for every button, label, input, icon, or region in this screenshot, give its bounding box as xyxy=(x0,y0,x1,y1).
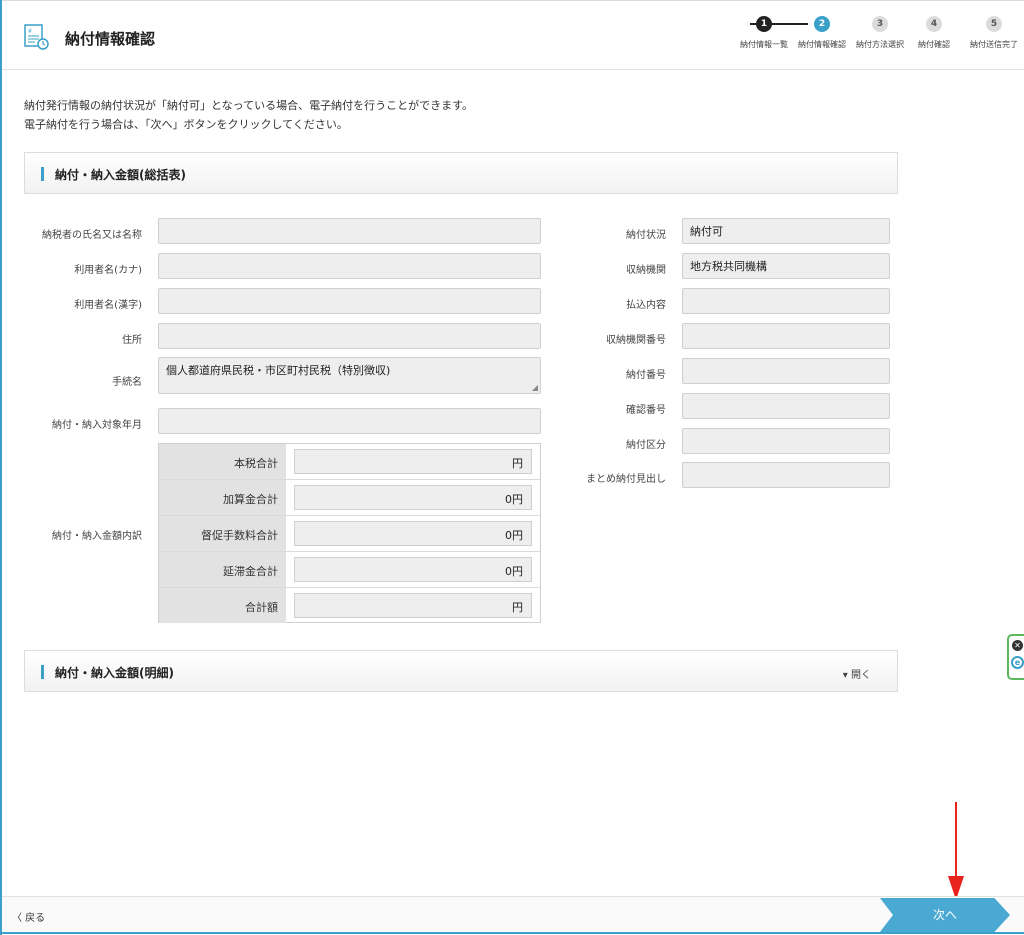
step-label: 納付確認 xyxy=(918,40,950,49)
bulk-payment-heading-field xyxy=(682,462,890,488)
user-name-kanji-field xyxy=(158,288,541,314)
procedure-name-value: 個人都道府県民税・市区町村民税（特別徴収) xyxy=(166,364,391,377)
amount-value: 円 xyxy=(294,449,532,474)
payment-content-field xyxy=(682,288,890,314)
detail-panel-title: 納付・納入金額(明細) xyxy=(55,666,174,680)
field-label: 納付番号 xyxy=(626,370,666,381)
e-icon[interactable]: e xyxy=(1011,656,1024,669)
expand-toggle[interactable]: ▾ 開く xyxy=(843,666,871,681)
field-label: 利用者名(カナ) xyxy=(74,265,142,276)
step-4: 4 納付確認 xyxy=(904,16,964,50)
amount-name: 督促手数料合計 xyxy=(159,516,286,551)
next-button[interactable]: 次へ xyxy=(880,898,1010,932)
step-label: 納付方法選択 xyxy=(856,40,904,49)
side-widget[interactable]: ✕ e xyxy=(1007,634,1024,680)
amount-name: 本税合計 xyxy=(159,444,286,479)
top-border xyxy=(2,0,1024,1)
annotation-arrow-icon xyxy=(948,802,964,900)
field-label: 住所 xyxy=(122,335,142,346)
table-row: 本税合計 円 xyxy=(159,444,540,480)
field-label: 利用者名(漢字) xyxy=(74,300,142,311)
payment-status-field: 納付可 xyxy=(682,218,890,244)
target-month-field xyxy=(158,408,541,434)
field-label: 収納機関 xyxy=(626,265,666,276)
payment-category-field xyxy=(682,428,890,454)
step-label: 納付情報一覧 xyxy=(740,40,788,49)
field-label: 確認番号 xyxy=(626,405,666,416)
step-number: 4 xyxy=(926,16,942,32)
field-label: 収納機関番号 xyxy=(606,335,666,346)
document-payment-icon: ¥ xyxy=(24,24,49,50)
field-label: 手続名 xyxy=(112,377,142,388)
user-name-kana-field xyxy=(158,253,541,279)
page: ¥ 納付情報確認 1 納付情報一覧 2 納付情報確認 3 納付方法選択 4 納付… xyxy=(0,0,1024,935)
svg-text:¥: ¥ xyxy=(28,28,32,35)
field-label: まとめ納付見出し xyxy=(586,474,666,485)
step-number: 3 xyxy=(872,16,888,32)
amount-name: 合計額 xyxy=(159,588,286,623)
step-number: 5 xyxy=(986,16,1002,32)
step-3: 3 納付方法選択 xyxy=(850,16,910,50)
table-row: 加算金合計 0円 xyxy=(159,480,540,516)
progress-stepper: 1 納付情報一覧 2 納付情報確認 3 納付方法選択 4 納付確認 5 納付送信… xyxy=(734,16,1024,60)
step-label: 納付情報確認 xyxy=(798,40,846,49)
amount-name: 延滞金合計 xyxy=(159,552,286,587)
field-label: 納付・納入対象年月 xyxy=(52,420,142,431)
field-label: 納付状況 xyxy=(626,230,666,241)
back-button[interactable]: 〈 戻る xyxy=(12,909,45,924)
step-number: 2 xyxy=(814,16,830,32)
intro-line-1: 納付発行情報の納付状況が「納付可」となっている場合、電子納付を行うことができます… xyxy=(24,99,474,112)
detail-panel-header[interactable]: 納付・納入金額(明細) ▾ 開く xyxy=(24,650,898,692)
step-label: 納付送信完了 xyxy=(970,40,1018,49)
panel-accent-bar xyxy=(41,665,44,679)
amount-value: 円 xyxy=(294,593,532,618)
address-field xyxy=(158,323,541,349)
payment-number-field xyxy=(682,358,890,384)
panel-accent-bar xyxy=(41,167,44,181)
step-5: 5 納付送信完了 xyxy=(964,16,1024,50)
confirmation-number-field xyxy=(682,393,890,419)
footer-bar: 〈 戻る 次へ xyxy=(2,896,1024,934)
field-label: 納付・納入金額内訳 xyxy=(52,531,142,542)
receiving-agency-field: 地方税共同機構 xyxy=(682,253,890,279)
field-label: 払込内容 xyxy=(626,300,666,311)
amount-name: 加算金合計 xyxy=(159,480,286,515)
summary-panel-header: 納付・納入金額(総括表) xyxy=(24,152,898,194)
agency-number-field xyxy=(682,323,890,349)
summary-panel-title: 納付・納入金額(総括表) xyxy=(55,168,186,182)
page-header: ¥ 納付情報確認 1 納付情報一覧 2 納付情報確認 3 納付方法選択 4 納付… xyxy=(2,8,1024,70)
procedure-name-textarea[interactable]: 個人都道府県民税・市区町村民税（特別徴収) ◢ xyxy=(158,357,541,394)
close-icon[interactable]: ✕ xyxy=(1012,640,1023,651)
amount-breakdown-table: 本税合計 円 加算金合計 0円 督促手数料合計 0円 延滞金合計 0円 合計額 … xyxy=(158,443,541,623)
taxpayer-name-field xyxy=(158,218,541,244)
step-2: 2 納付情報確認 xyxy=(792,16,852,50)
step-number: 1 xyxy=(756,16,772,32)
amount-value: 0円 xyxy=(294,521,532,546)
page-title: 納付情報確認 xyxy=(65,30,156,48)
step-1: 1 納付情報一覧 xyxy=(734,16,794,50)
field-label: 納付区分 xyxy=(626,440,666,451)
field-label: 納税者の氏名又は名称 xyxy=(42,230,142,241)
intro-line-2: 電子納付を行う場合は、「次へ」ボタンをクリックしてください。 xyxy=(24,118,348,131)
table-row: 合計額 円 xyxy=(159,588,540,624)
table-row: 延滞金合計 0円 xyxy=(159,552,540,588)
resize-handle-icon[interactable]: ◢ xyxy=(532,383,538,392)
intro-text: 納付発行情報の納付状況が「納付可」となっている場合、電子納付を行うことができます… xyxy=(24,96,473,134)
table-row: 督促手数料合計 0円 xyxy=(159,516,540,552)
amount-value: 0円 xyxy=(294,485,532,510)
amount-value: 0円 xyxy=(294,557,532,582)
